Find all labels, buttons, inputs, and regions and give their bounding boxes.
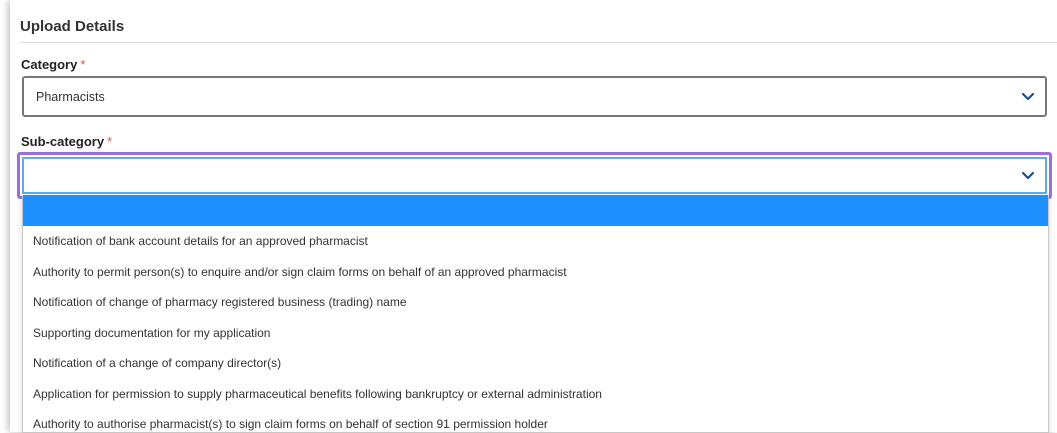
category-selected-value: Pharmacists <box>36 89 105 104</box>
required-asterisk: * <box>107 134 113 149</box>
subcategory-label-text: Sub-category <box>21 134 105 149</box>
dropdown-option-blank[interactable] <box>23 195 1048 226</box>
dropdown-option[interactable]: Notification of change of pharmacy regis… <box>23 287 1048 318</box>
section-divider <box>20 42 1057 43</box>
dropdown-option[interactable]: Notification of bank account details for… <box>23 226 1048 257</box>
chevron-down-icon <box>1021 171 1035 179</box>
upload-details-panel: Upload Details Category * Pharmacists Sub… <box>10 0 1057 433</box>
category-label: Category * <box>21 57 85 72</box>
required-asterisk: * <box>80 57 86 72</box>
section-title: Upload Details <box>20 18 125 35</box>
dropdown-option[interactable]: Authority to permit person(s) to enquire… <box>23 257 1048 288</box>
dropdown-option[interactable]: Application for permission to supply pha… <box>23 379 1048 410</box>
category-label-text: Category <box>21 57 78 72</box>
dropdown-option[interactable]: Supporting documentation for my applicat… <box>23 318 1048 349</box>
dropdown-option[interactable]: Notification of a change of company dire… <box>23 348 1048 379</box>
subcategory-dropdown-list: Notification of bank account details for… <box>22 195 1049 433</box>
chevron-down-icon <box>1021 92 1035 100</box>
dropdown-option[interactable]: Authority to authorise pharmacist(s) to … <box>23 409 1048 432</box>
subcategory-label: Sub-category * <box>21 134 112 149</box>
category-select[interactable]: Pharmacists <box>22 76 1047 117</box>
subcategory-select[interactable] <box>22 157 1047 194</box>
subcategory-focus-ring <box>17 152 1052 199</box>
